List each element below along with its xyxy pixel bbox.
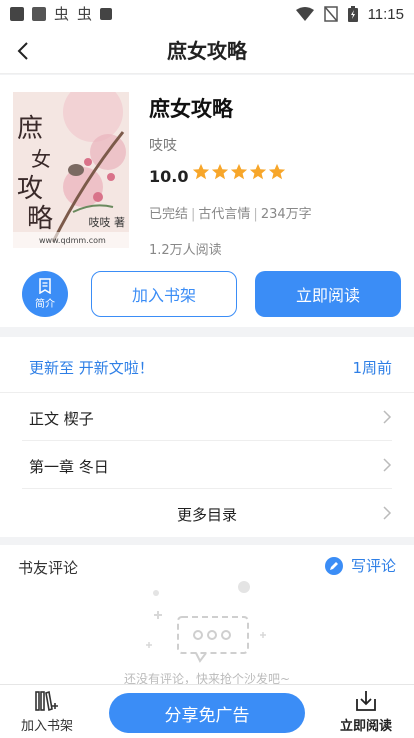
comments-section: 书友评论 写评论 还没有评论，快来抢个沙发吧~ [0, 545, 414, 685]
cover-site: www.qdmm.com [39, 236, 106, 245]
document-icon [39, 278, 51, 294]
font-icon [100, 8, 113, 20]
latest-update-time: 1周前 [352, 359, 392, 377]
image-icon [32, 7, 46, 21]
read-now-button[interactable]: 立即阅读 [255, 271, 401, 317]
chevron-right-icon [383, 410, 392, 424]
empty-comments-text: 还没有评论，快来抢个沙发吧~ [123, 672, 291, 685]
rating-stars [192, 163, 286, 181]
no-sim-icon [323, 6, 338, 22]
chapter-label: 第一章 冬日 [29, 458, 109, 476]
catalog-section: 更新至 开新文啦！ 1周前 正文 楔子 第一章 冬日 更多目录 [0, 337, 414, 537]
chapter-row[interactable]: 正文 楔子 [22, 393, 392, 441]
status-bar: 虫 虫 11:15 [0, 0, 414, 28]
top-nav-bar: 庶女攻略 [0, 28, 414, 74]
write-comment-button[interactable]: 写评论 [324, 555, 396, 576]
chapter-row[interactable]: 第一章 冬日 [22, 441, 392, 489]
cover-title-text: 庶 女 攻 略 [17, 114, 54, 234]
add-to-shelf-button[interactable]: 加入书架 [91, 271, 237, 317]
intro-button[interactable]: 简介 [22, 271, 68, 317]
cover-author: 吱吱 著 [88, 216, 126, 229]
star-icon [192, 163, 210, 180]
empty-comments-illustration [146, 581, 266, 663]
book-title: 庶女攻略 [149, 97, 233, 121]
intro-label: 简介 [35, 299, 55, 310]
star-icon [211, 163, 229, 180]
book-readers: 1.2万人阅读 [149, 243, 222, 258]
pencil-icon [324, 556, 343, 575]
book-author[interactable]: 吱吱 [149, 135, 177, 155]
battery-icon [347, 6, 358, 22]
book-category: 古代言情 [198, 207, 251, 222]
page-title: 庶女攻略 [167, 39, 247, 63]
app-notification-icon: 虫 [54, 5, 70, 23]
bottom-read-now-button[interactable]: 立即阅读 [332, 689, 400, 735]
star-icon [268, 163, 286, 180]
notification-icon [10, 7, 24, 21]
star-icon [249, 163, 267, 180]
wifi-icon [295, 7, 314, 21]
chevron-right-icon [383, 506, 392, 520]
chapter-label: 正文 楔子 [29, 410, 94, 428]
book-meta: 已完结 | 古代言情 | 234万字 [149, 207, 312, 222]
book-status: 已完结 [149, 207, 189, 222]
bottom-action-bar: 加入书架 分享免广告 立即阅读 [0, 684, 414, 738]
book-score: 10.0 [149, 167, 189, 186]
star-icon [230, 163, 248, 180]
chevron-right-icon [383, 458, 392, 472]
clock: 11:15 [367, 5, 404, 23]
bottom-add-shelf-button[interactable]: 加入书架 [14, 689, 80, 735]
bottom-add-shelf-label: 加入书架 [20, 719, 73, 734]
bookshelf-icon [35, 690, 58, 712]
latest-update-row[interactable]: 更新至 开新文啦！ 1周前 [0, 337, 414, 393]
book-info-card: 庶 女 攻 略 吱吱 著 www.qdmm.com 庶女攻略 吱吱 10.0 已… [0, 75, 414, 327]
download-icon [356, 691, 376, 711]
latest-update-text: 更新至 开新文啦！ [29, 359, 154, 377]
more-catalog-row[interactable]: 更多目录 [22, 489, 392, 537]
write-comment-label: 写评论 [350, 557, 396, 575]
app-notification-icon: 虫 [77, 5, 93, 23]
comments-title: 书友评论 [18, 559, 79, 577]
book-cover[interactable]: 庶 女 攻 略 吱吱 著 www.qdmm.com [13, 92, 129, 248]
more-catalog-label: 更多目录 [176, 506, 237, 524]
book-word-count: 234万字 [260, 207, 312, 222]
bottom-read-now-label: 立即阅读 [339, 719, 392, 734]
share-no-ads-button[interactable]: 分享免广告 [109, 693, 305, 733]
